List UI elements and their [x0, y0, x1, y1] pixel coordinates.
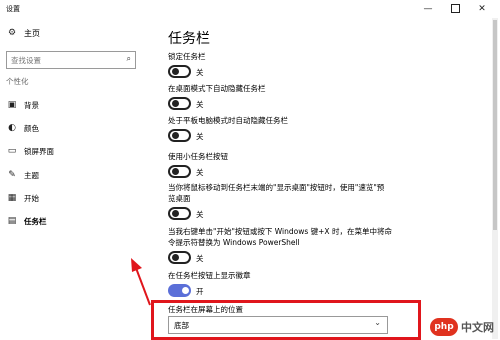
scrollbar[interactable]: [492, 18, 498, 339]
annotation-arrow: [131, 258, 151, 306]
watermark-badge: php: [430, 318, 458, 336]
watermark-text: 中文网: [461, 321, 494, 334]
watermark-logo: php 中文网: [430, 316, 500, 338]
scrollbar-thumb[interactable]: [493, 20, 497, 230]
